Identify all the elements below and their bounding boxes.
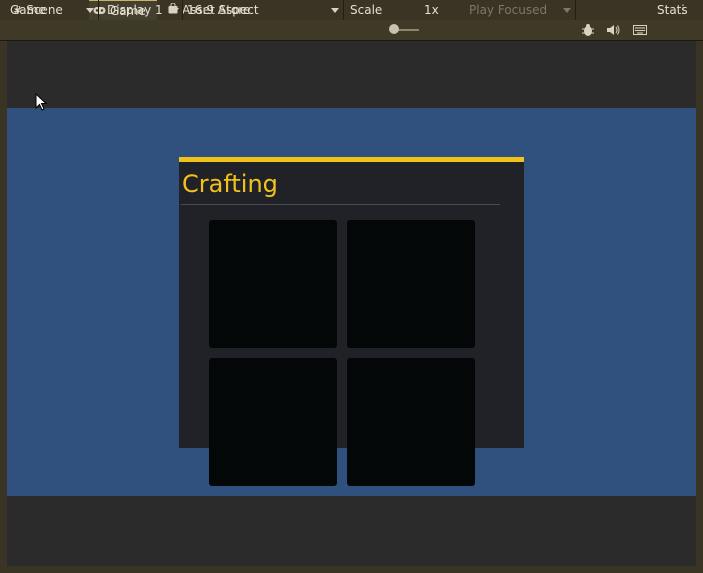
scale-slider-track[interactable] <box>396 29 419 31</box>
scale-value: 1x <box>424 3 439 17</box>
bug-icon[interactable] <box>578 20 598 40</box>
aspect-dropdown[interactable]: 16:9 Aspect <box>183 0 344 20</box>
audio-mute-icon[interactable] <box>603 20 623 40</box>
title-divider <box>181 204 500 205</box>
crafting-slot[interactable] <box>347 220 475 348</box>
crafting-slot[interactable] <box>347 358 475 486</box>
chevron-down-icon <box>171 8 179 13</box>
chevron-down-icon <box>86 8 94 13</box>
scale-label: Scale <box>350 3 383 17</box>
chevron-down-icon <box>331 8 339 13</box>
play-mode-dropdown[interactable]: Play Focused <box>463 0 576 20</box>
scale-slider-handle[interactable] <box>389 24 399 34</box>
view-mode-dropdown[interactable]: Game <box>0 0 99 20</box>
crafting-slot[interactable] <box>209 220 337 348</box>
stats-button[interactable]: Stats <box>657 0 688 20</box>
keyboard-icon[interactable] <box>629 20 651 40</box>
chevron-down-icon <box>563 8 571 13</box>
status-bar <box>0 566 703 573</box>
crafting-slot[interactable] <box>209 358 337 486</box>
panel-title: Crafting <box>182 170 278 198</box>
mouse-cursor-icon <box>35 92 48 114</box>
display-dropdown[interactable]: Display 1 <box>99 0 183 20</box>
